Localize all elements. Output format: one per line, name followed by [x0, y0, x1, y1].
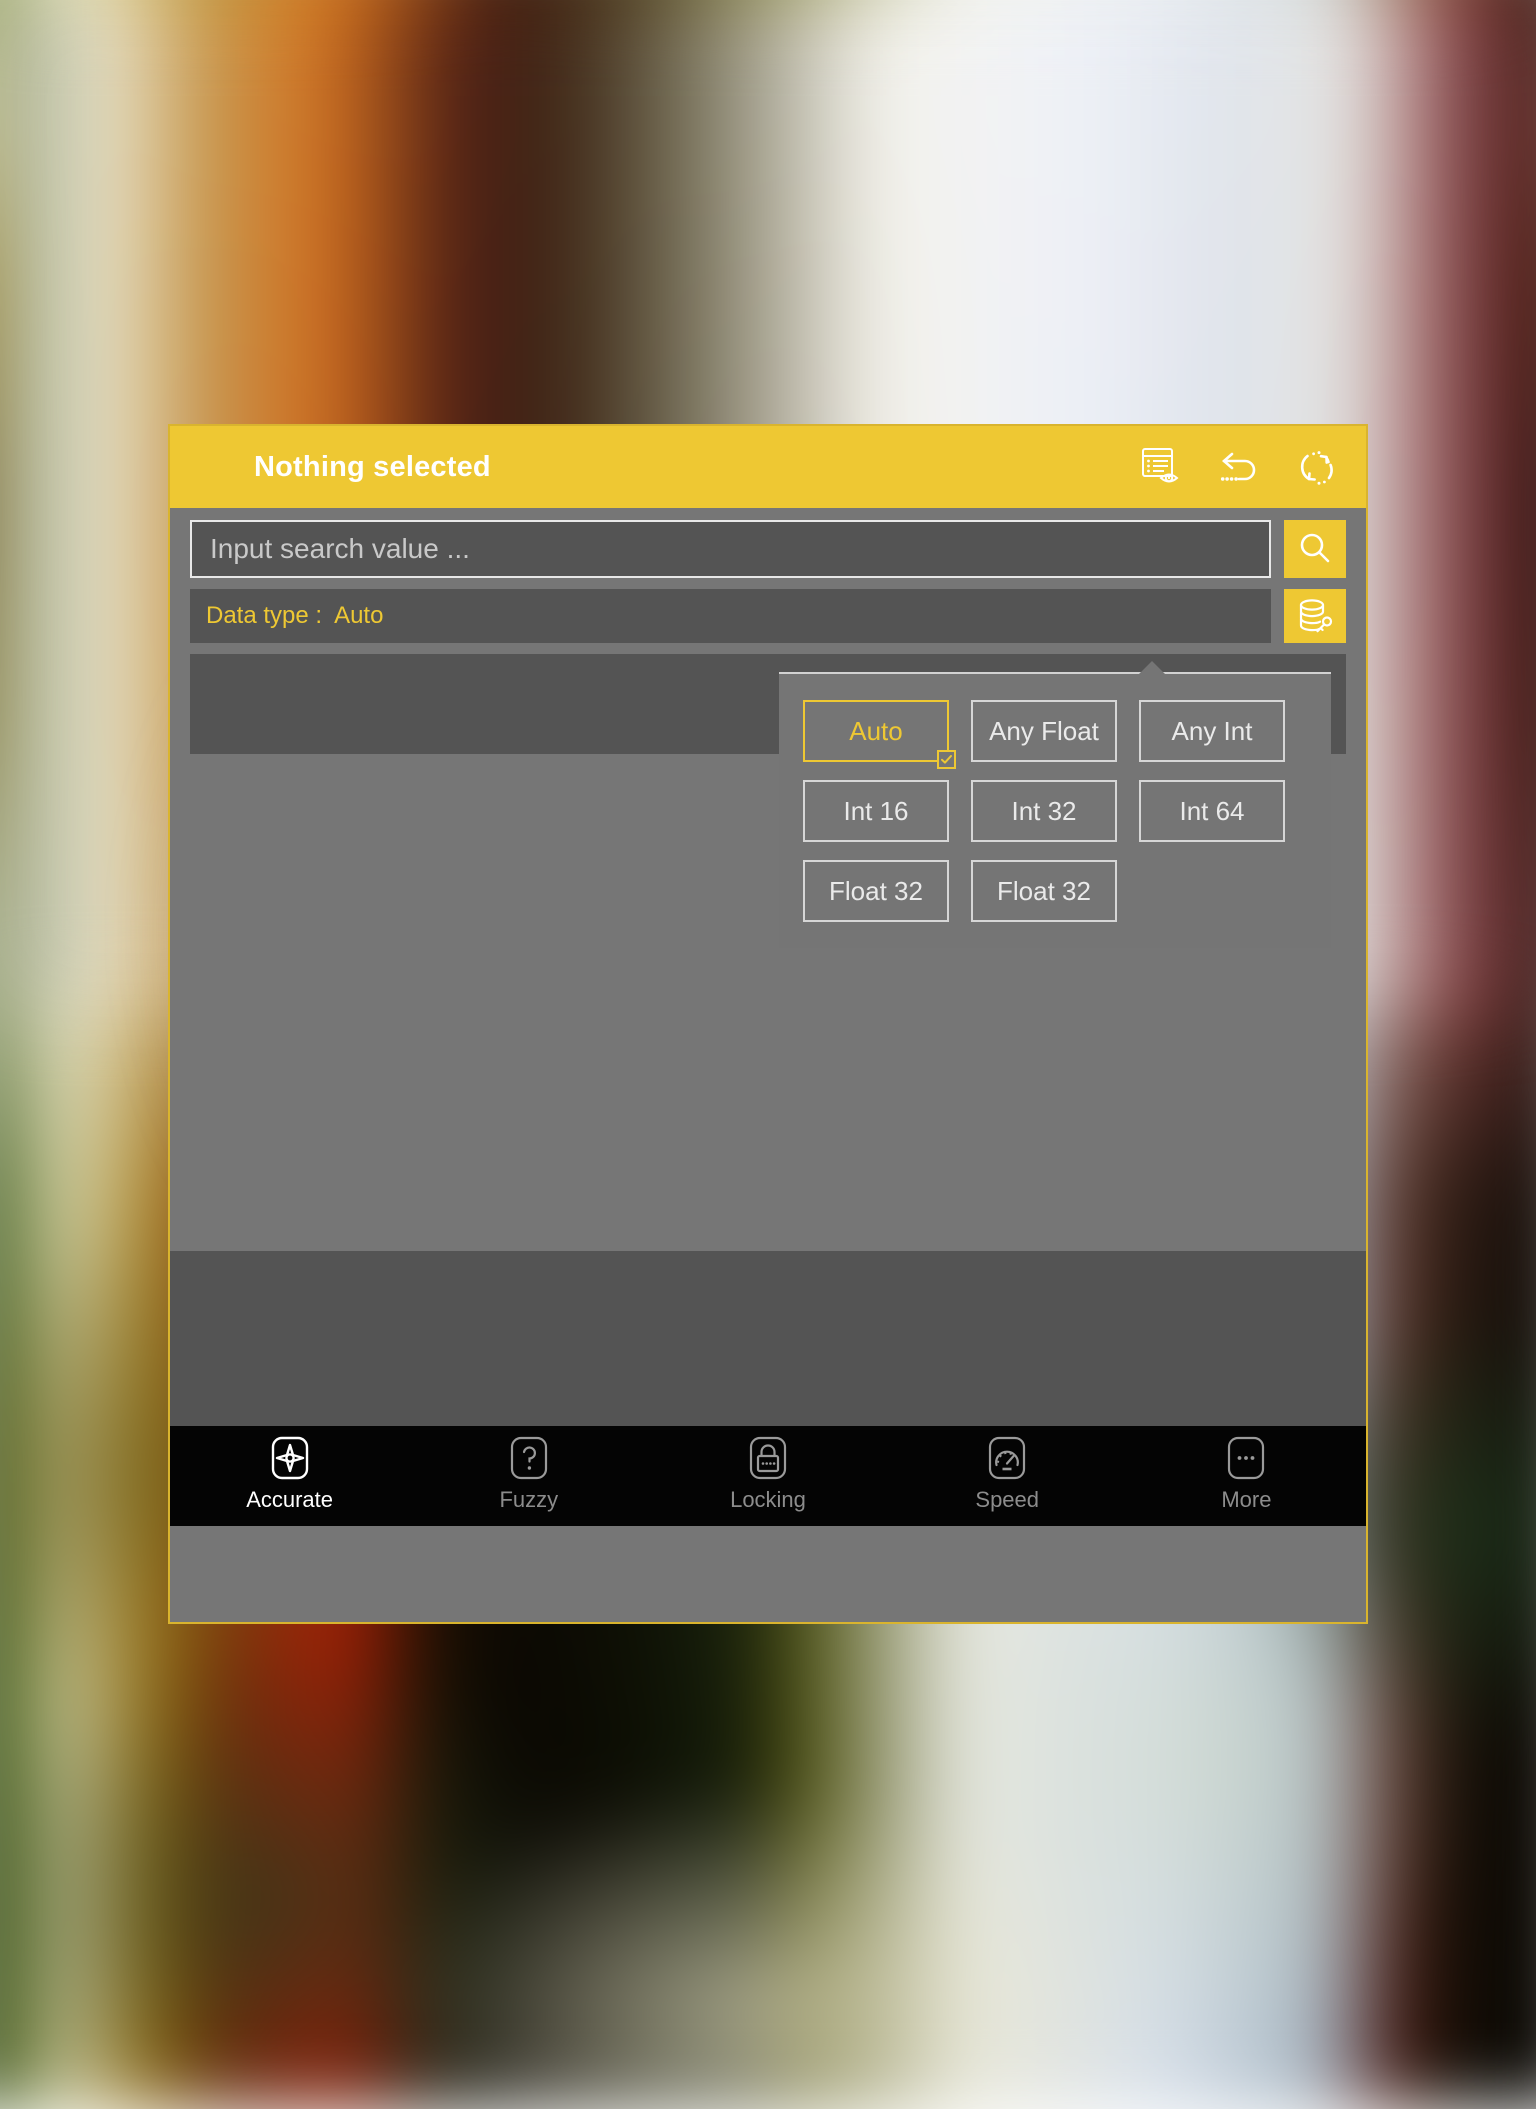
option-label: Int 16	[843, 795, 909, 826]
page-title: Nothing selected	[254, 450, 491, 483]
datatype-row: Data type : Auto	[170, 578, 1366, 643]
crosshair-diamond-icon	[267, 1435, 313, 1481]
tab-label: More	[1221, 1487, 1272, 1512]
datatype-label: Data type : Auto	[206, 602, 384, 629]
refresh-sync-icon[interactable]	[1296, 445, 1340, 489]
tab-more[interactable]: More	[1127, 1435, 1366, 1513]
undo-dotted-arrow-icon[interactable]	[1218, 445, 1262, 489]
search-row: Input search value ...	[170, 508, 1366, 578]
datatype-dropdown: Auto Any Float Any Int Int 16 Int 32 Int…	[779, 660, 1331, 948]
tab-label: Accurate	[246, 1487, 334, 1512]
tab-label: Speed	[975, 1487, 1040, 1512]
app-panel: Nothing selected Input search value ... …	[168, 424, 1368, 1624]
datatype-field[interactable]: Data type : Auto	[190, 589, 1271, 643]
option-label: Float 32	[997, 875, 1091, 906]
datatype-option-int-64[interactable]: Int 64	[1139, 780, 1285, 842]
tab-label: Locking	[730, 1487, 806, 1512]
tab-fuzzy[interactable]: Fuzzy	[409, 1435, 648, 1513]
datatype-options: Auto Any Float Any Int Int 16 Int 32 Int…	[803, 700, 1307, 922]
titlebar: Nothing selected	[170, 426, 1366, 508]
tab-label: Fuzzy	[499, 1487, 559, 1512]
question-mark-icon	[506, 1435, 552, 1481]
tab-speed[interactable]: Speed	[888, 1435, 1127, 1513]
ellipsis-icon	[1223, 1435, 1269, 1481]
check-icon	[937, 750, 956, 769]
option-label: Int 32	[1011, 795, 1077, 826]
option-label: Any Int	[1171, 715, 1253, 746]
list-with-eye-icon[interactable]	[1140, 445, 1184, 489]
tab-locking[interactable]: Locking	[648, 1435, 887, 1513]
datatype-button[interactable]	[1284, 589, 1346, 643]
datatype-value: Auto	[334, 602, 384, 629]
datatype-option-any-int[interactable]: Any Int	[1139, 700, 1285, 762]
footer-pane	[170, 1251, 1366, 1426]
titlebar-tools	[1140, 445, 1340, 489]
datatype-option-auto[interactable]: Auto	[803, 700, 956, 769]
tab-accurate[interactable]: Accurate	[170, 1435, 409, 1513]
datatype-option-any-float[interactable]: Any Float	[971, 700, 1117, 762]
padlock-dots-icon	[745, 1435, 791, 1481]
datatype-option-float-32-a[interactable]: Float 32	[803, 860, 949, 922]
option-label: Any Float	[989, 715, 1099, 746]
search-placeholder: Input search value ...	[210, 533, 470, 564]
dropdown-caret	[1139, 660, 1165, 674]
search-icon	[1300, 533, 1330, 563]
search-button[interactable]	[1284, 520, 1346, 578]
datatype-option-int-16[interactable]: Int 16	[803, 780, 949, 842]
option-label: Auto	[849, 715, 903, 746]
datatype-option-float-32-b[interactable]: Float 32	[971, 860, 1117, 922]
speedometer-icon	[984, 1435, 1030, 1481]
datatype-option-int-32[interactable]: Int 32	[971, 780, 1117, 842]
panel-body: Input search value ... Data type : Auto	[170, 508, 1366, 1526]
option-label: Int 64	[1179, 795, 1245, 826]
database-key-icon	[1299, 599, 1333, 633]
option-label: Float 32	[829, 875, 923, 906]
bottom-tabbar: Accurate Fuzzy Locking Speed More	[170, 1426, 1366, 1526]
search-input[interactable]: Input search value ...	[190, 520, 1271, 578]
